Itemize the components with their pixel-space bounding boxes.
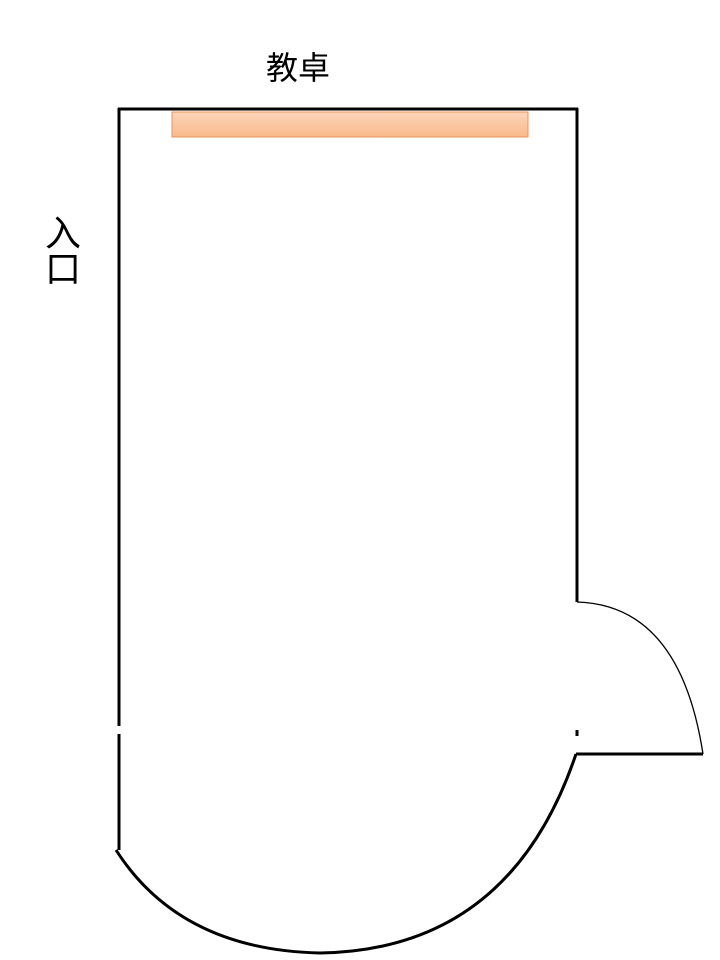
podium-desk <box>171 111 529 138</box>
door-swing-arc <box>576 601 704 755</box>
podium-label: 教卓 <box>265 49 330 87</box>
room-walls <box>114 107 703 955</box>
room-bottom-arc <box>114 753 578 955</box>
entrance-label: 入口 <box>39 214 80 286</box>
classroom-floor-plan <box>114 107 704 955</box>
